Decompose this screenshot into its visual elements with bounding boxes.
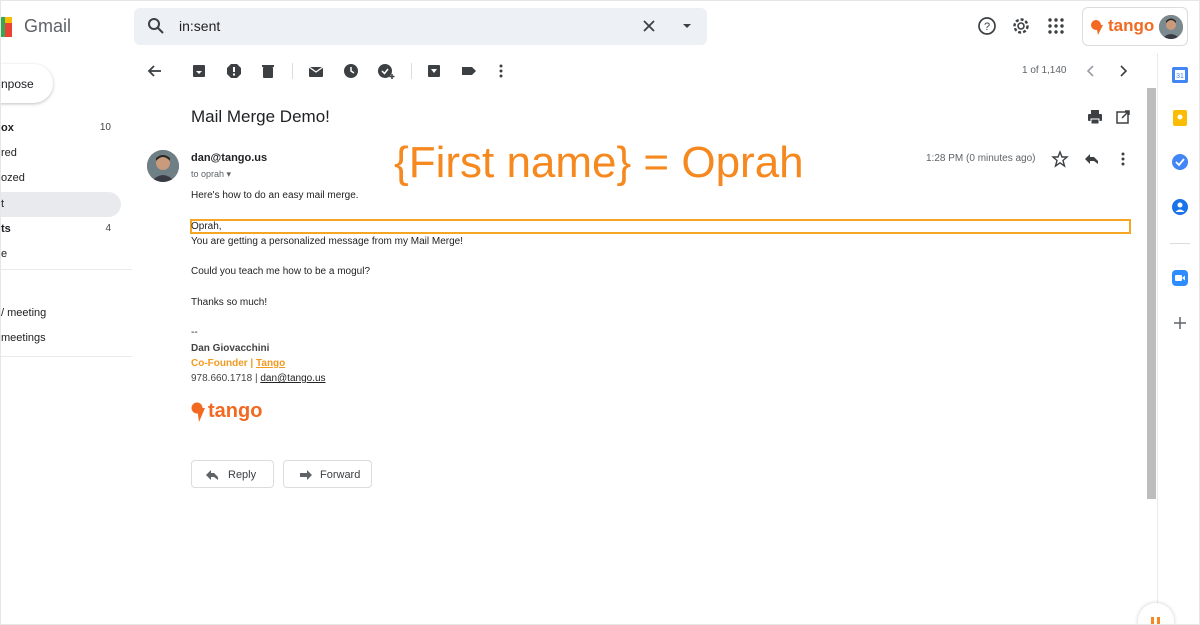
search-bar[interactable]: in:sent bbox=[134, 8, 707, 45]
sidebar-divider bbox=[1, 269, 132, 270]
body-line: You are getting a personalized message f… bbox=[191, 236, 463, 247]
email-subject: Mail Merge Demo! bbox=[191, 107, 330, 126]
merge-field-highlight bbox=[190, 219, 1131, 234]
tango-logo-icon bbox=[191, 402, 205, 422]
toolbar-divider bbox=[292, 63, 293, 79]
sidebar-item-sent[interactable]: t bbox=[1, 192, 121, 217]
app-name: Gmail bbox=[24, 16, 72, 36]
merge-field-annotation: {First name} = Oprah bbox=[394, 138, 804, 187]
tango-extension-button[interactable]: tango bbox=[1082, 7, 1188, 46]
reply-button[interactable]: Reply bbox=[191, 460, 274, 488]
tango-brand-label: tango bbox=[1108, 16, 1155, 35]
signature-name: Dan Giovacchini bbox=[191, 343, 270, 354]
meet-my-meetings[interactable]: meetings bbox=[1, 332, 46, 344]
meet-new-meeting[interactable]: / meeting bbox=[1, 307, 46, 319]
signature-contact: 978.660.1718 | dan@tango.us bbox=[191, 373, 326, 384]
search-options-icon[interactable] bbox=[678, 17, 696, 35]
label-tag-icon[interactable] bbox=[460, 62, 478, 80]
sidebar-item-starred[interactable]: red bbox=[1, 141, 121, 166]
sidebar-item-label: ts bbox=[1, 223, 11, 235]
star-icon[interactable] bbox=[1051, 150, 1069, 168]
open-new-window-icon[interactable] bbox=[1114, 108, 1132, 126]
side-panel: 31 bbox=[1157, 53, 1199, 624]
sidebar-item-drafts[interactable]: ts 4 bbox=[1, 217, 121, 242]
scrollbar[interactable] bbox=[1147, 88, 1156, 499]
older-chevron-icon[interactable] bbox=[1114, 62, 1132, 80]
search-input[interactable]: in:sent bbox=[179, 18, 220, 34]
recipient-label: to oprah bbox=[191, 169, 225, 179]
gmail-window: Gmail in:sent ? tango npose ox 10 red oz… bbox=[0, 0, 1200, 625]
forward-label: Forward bbox=[320, 469, 361, 481]
move-to-icon[interactable] bbox=[425, 62, 443, 80]
body-line: Oprah, bbox=[191, 221, 222, 232]
signature-title-text: Co-Founder | bbox=[191, 358, 257, 369]
sidebar-item-more[interactable]: e bbox=[1, 242, 121, 267]
print-icon[interactable] bbox=[1086, 108, 1104, 126]
compose-label: npose bbox=[1, 77, 34, 91]
signature-logo-text: tango bbox=[208, 400, 263, 422]
reply-icon[interactable] bbox=[1083, 150, 1101, 168]
help-icon[interactable]: ? bbox=[976, 15, 998, 37]
sidebar-item-count: 10 bbox=[99, 122, 111, 133]
settings-gear-icon[interactable] bbox=[1010, 15, 1032, 37]
calendar-icon[interactable]: 31 bbox=[1171, 66, 1189, 84]
contacts-icon[interactable] bbox=[1171, 198, 1189, 216]
signature-phone: 978.660.1718 | bbox=[191, 373, 261, 384]
sidebar-item-label: ozed bbox=[1, 172, 25, 184]
delete-trash-icon[interactable] bbox=[259, 62, 277, 80]
archive-icon[interactable] bbox=[190, 62, 208, 80]
sidebar-item-label: ox bbox=[1, 122, 14, 134]
body-line: Could you teach me how to be a mogul? bbox=[191, 266, 370, 277]
recipient-line[interactable]: to oprah ▾ bbox=[191, 169, 231, 180]
add-addon-icon[interactable] bbox=[1171, 314, 1189, 332]
svg-text:31: 31 bbox=[1176, 73, 1184, 80]
signature-email-link[interactable]: dan@tango.us bbox=[260, 373, 325, 384]
sidebar-divider bbox=[1, 356, 132, 357]
compose-button[interactable]: npose bbox=[1, 64, 53, 103]
body-line: Thanks so much! bbox=[191, 297, 268, 308]
clear-search-icon[interactable] bbox=[640, 17, 658, 35]
forward-icon bbox=[300, 470, 312, 480]
message-timestamp: 1:28 PM (0 minutes ago) bbox=[926, 153, 1036, 164]
add-to-tasks-icon[interactable] bbox=[377, 62, 395, 80]
signature-company-link[interactable]: Tango bbox=[256, 358, 285, 369]
sidebar-item-inbox[interactable]: ox 10 bbox=[1, 116, 121, 141]
forward-button[interactable]: Forward bbox=[283, 460, 372, 488]
tango-logo-icon bbox=[1091, 20, 1103, 35]
snooze-clock-icon[interactable] bbox=[342, 62, 360, 80]
sidebar-item-count: 4 bbox=[105, 223, 111, 234]
rail-divider bbox=[1170, 243, 1190, 244]
reply-label: Reply bbox=[228, 469, 257, 481]
pagination-count: 1 of 1,140 bbox=[1022, 65, 1067, 76]
back-arrow-icon[interactable] bbox=[146, 62, 164, 80]
reply-icon bbox=[206, 470, 218, 480]
zoom-icon[interactable] bbox=[1171, 269, 1189, 287]
keep-notes-icon[interactable] bbox=[1171, 109, 1189, 127]
sidebar-item-label: e bbox=[1, 248, 8, 260]
mark-unread-icon[interactable] bbox=[307, 62, 325, 80]
message-more-icon[interactable] bbox=[1114, 150, 1132, 168]
search-icon[interactable] bbox=[147, 17, 165, 35]
sender-avatar[interactable] bbox=[147, 150, 179, 182]
newer-chevron-icon[interactable] bbox=[1082, 62, 1100, 80]
signature-separator: -- bbox=[191, 327, 198, 338]
account-avatar[interactable] bbox=[1159, 15, 1183, 39]
body-line: Here's how to do an easy mail merge. bbox=[191, 190, 359, 201]
tasks-icon[interactable] bbox=[1171, 153, 1189, 171]
report-spam-icon[interactable] bbox=[225, 62, 243, 80]
toolbar-divider bbox=[411, 63, 412, 79]
sidebar-item-snoozed[interactable]: ozed bbox=[1, 166, 121, 191]
svg-text:?: ? bbox=[984, 21, 990, 33]
more-options-icon[interactable] bbox=[492, 62, 510, 80]
apps-grid-icon[interactable] bbox=[1045, 15, 1067, 37]
sidebar-item-label: t bbox=[1, 198, 5, 210]
signature-title: Co-Founder | Tango bbox=[191, 358, 285, 369]
gmail-logo-icon bbox=[1, 17, 12, 37]
sender-email: dan@tango.us bbox=[191, 152, 268, 164]
sidebar-item-label: red bbox=[1, 147, 17, 159]
